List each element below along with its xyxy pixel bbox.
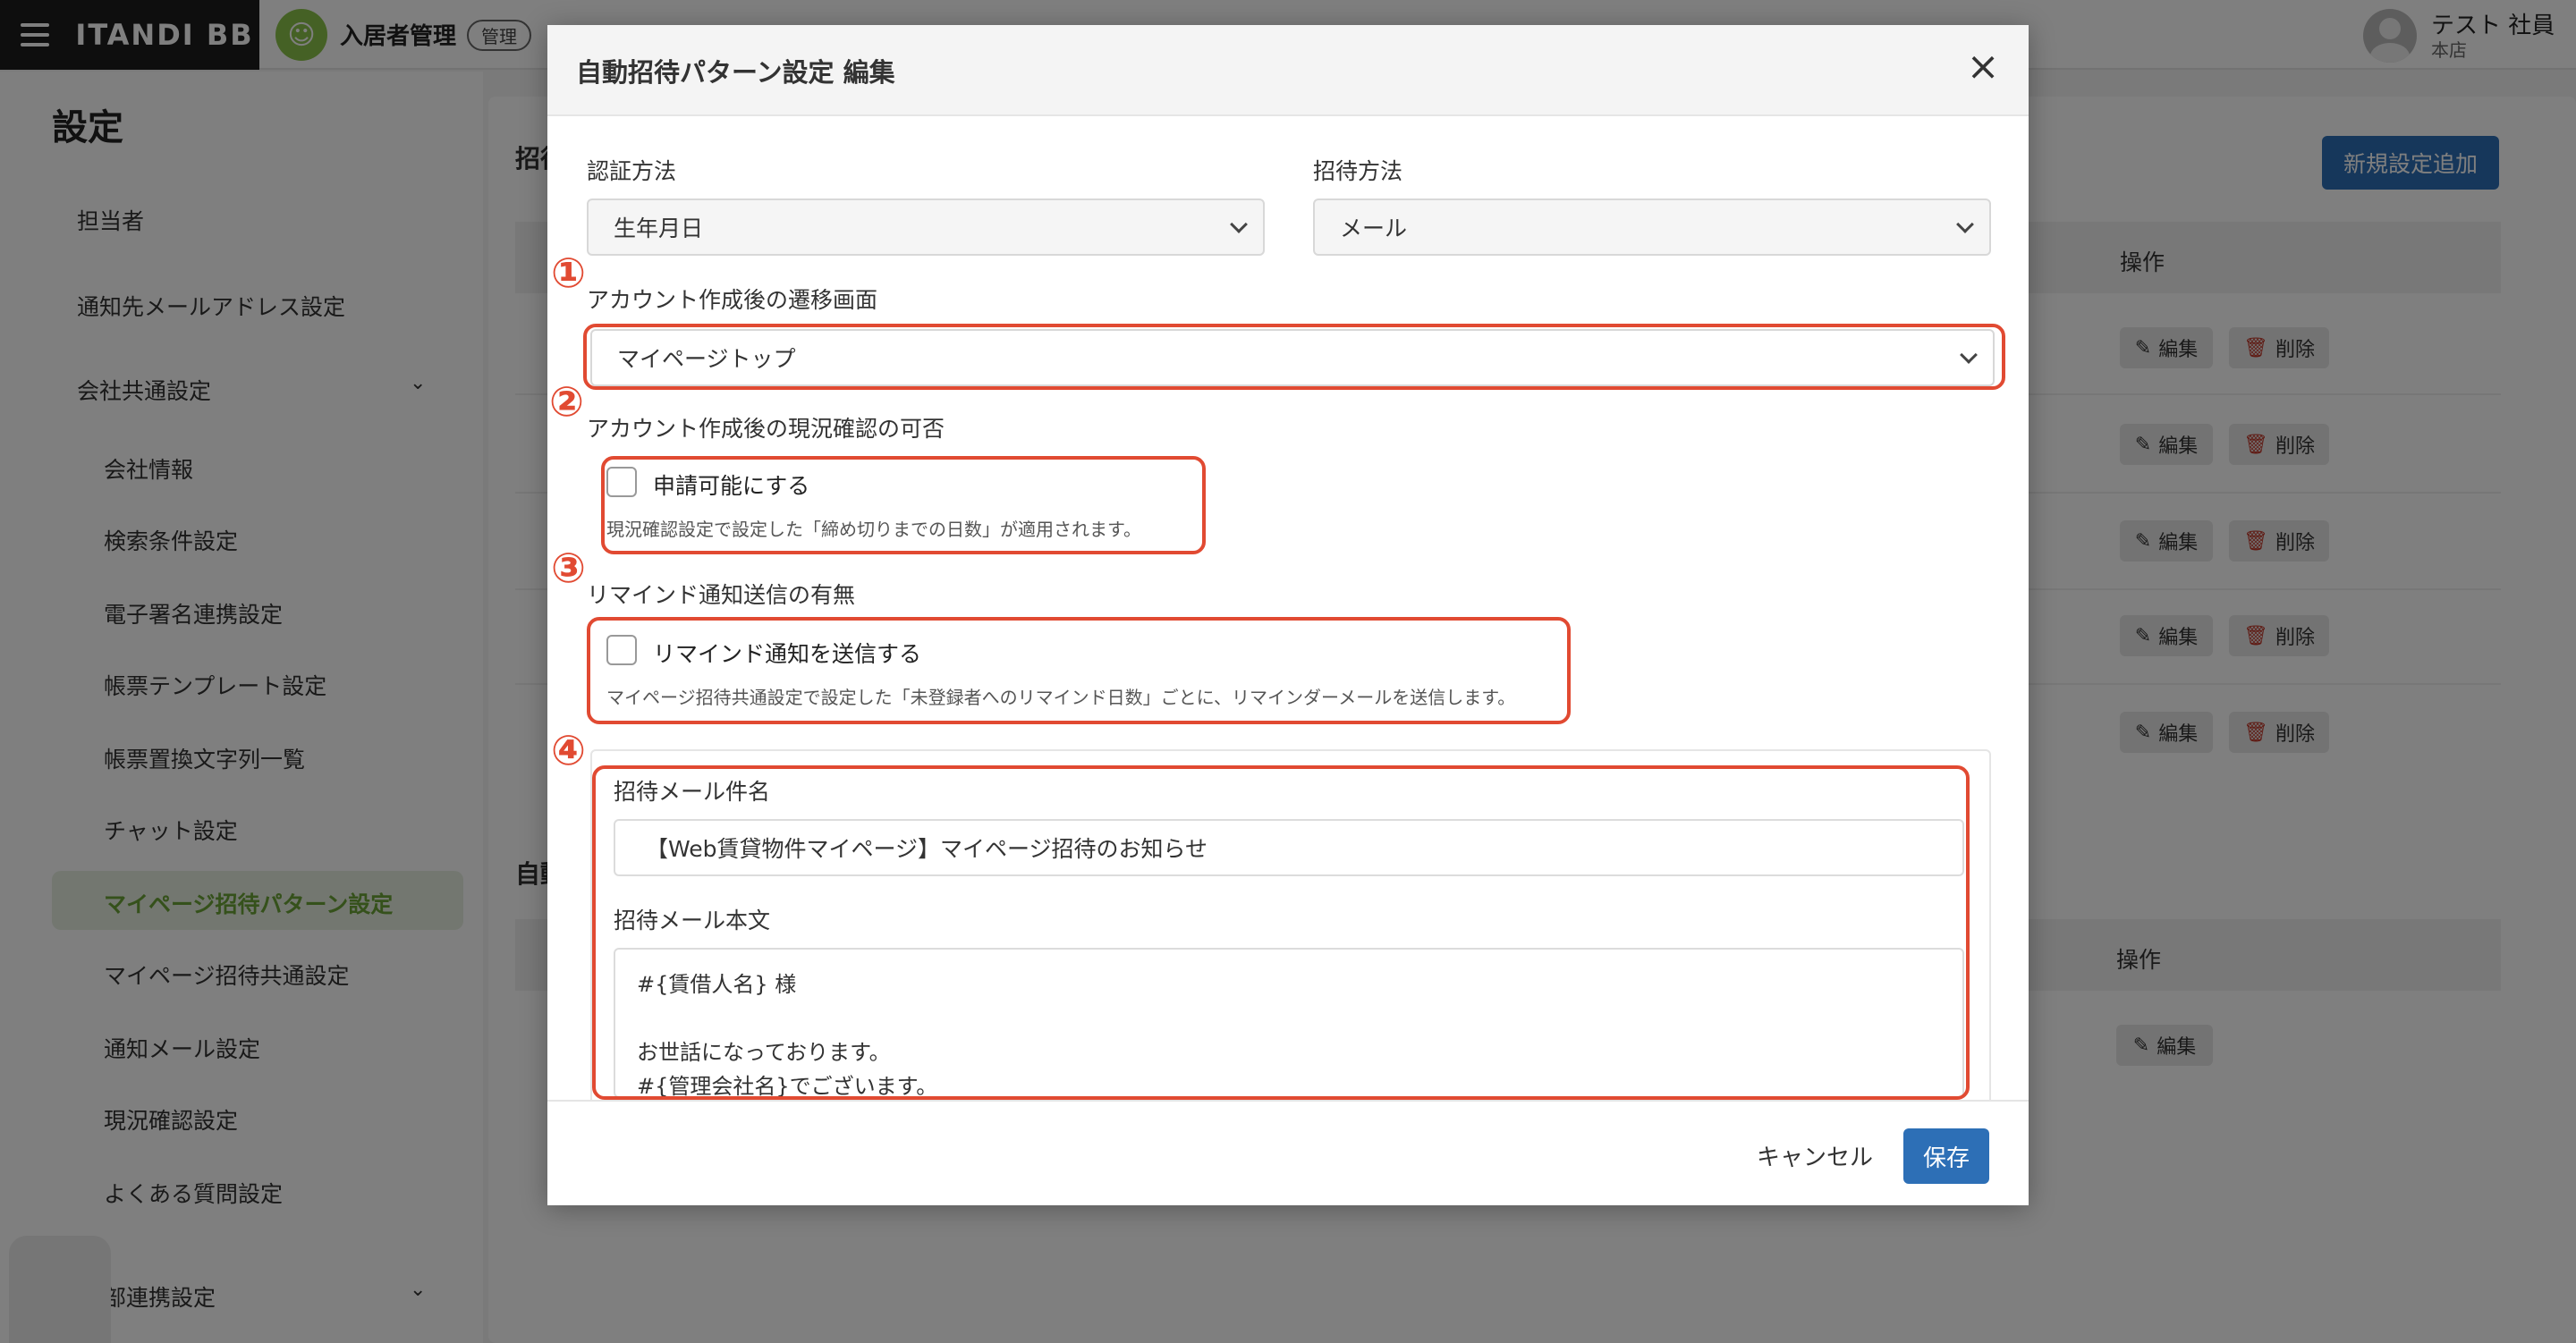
annotation-box-1 — [583, 324, 2005, 390]
save-button[interactable]: 保存 — [1903, 1128, 1989, 1184]
status-check-hint: 現況確認設定で設定した「締め切りまでの日数」が適用されます。 — [606, 519, 1141, 540]
status-check-checkbox[interactable] — [606, 467, 637, 497]
remind-checkbox[interactable] — [606, 635, 637, 665]
annotation-number-2: ② — [549, 377, 584, 426]
chevron-down-icon — [1956, 215, 1974, 233]
annotation-number-4: ④ — [551, 726, 586, 774]
annotation-box-4 — [592, 765, 1970, 1100]
remind-hint: マイページ招待共通設定で設定した「未登録者へのリマインド日数」ごとに、リマインダ… — [606, 687, 1516, 708]
modal-header: 自動招待パターン設定 編集 × — [547, 25, 2029, 116]
cancel-button[interactable]: キャンセル — [1757, 1128, 1873, 1182]
remind-checkbox-label[interactable]: リマインド通知を送信する — [653, 637, 921, 669]
status-check-label: アカウント作成後の現況確認の可否 — [587, 416, 945, 442]
status-check-checkbox-label[interactable]: 申請可能にする — [653, 469, 809, 501]
invite-method-select[interactable]: メール — [1313, 198, 1991, 256]
modal-footer: キャンセル 保存 — [547, 1100, 2029, 1205]
invite-method-label: 招待方法 — [1313, 158, 1403, 184]
auth-method-select[interactable]: 生年月日 — [587, 198, 1265, 256]
close-icon[interactable]: × — [1962, 46, 2004, 88]
annotation-number-1: ① — [551, 249, 586, 297]
annotation-number-3: ③ — [551, 544, 586, 592]
remind-label: リマインド通知送信の有無 — [587, 582, 856, 608]
redirect-label: アカウント作成後の遷移画面 — [587, 287, 878, 313]
modal-title: 自動招待パターン設定 編集 — [576, 57, 895, 88]
chevron-down-icon — [1230, 215, 1248, 233]
auth-method-label: 認証方法 — [587, 158, 677, 184]
